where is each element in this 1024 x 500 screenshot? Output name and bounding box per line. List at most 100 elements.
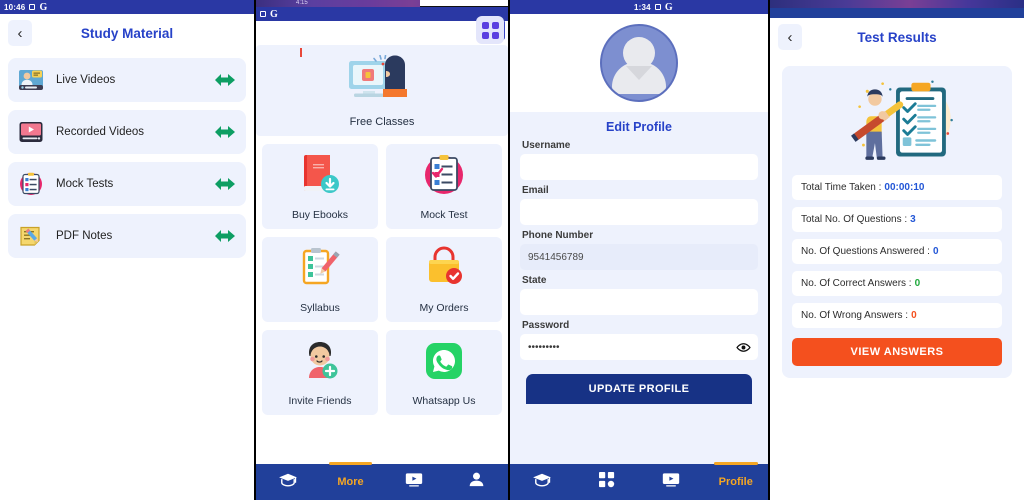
phone-number-input[interactable]: 9541456789 [520,244,758,270]
test-results-card: Total Time Taken : 00:00:10 Total No. Of… [782,66,1012,378]
bottom-nav-edit-profile: Profile [510,462,769,500]
list-item-pdf-notes[interactable]: PDF Notes [8,214,246,258]
result-row-correct-answers: No. Of Correct Answers : 0 [792,271,1002,296]
grid-menu-button[interactable] [476,16,504,44]
list-item-live-videos[interactable]: Live Videos [8,58,246,102]
result-label: Total No. Of Questions : [801,214,908,225]
nav-item-more[interactable]: More [319,462,382,500]
update-profile-button[interactable]: UPDATE PROFILE [526,374,752,404]
syllabus-icon [297,245,343,296]
list-item-recorded-videos[interactable]: Recorded Videos [8,110,246,154]
field-label-phone-number: Phone Number [522,230,594,241]
tile-label: Invite Friends [288,395,352,407]
form-title: Edit Profile [606,120,672,134]
background-screenshot-strip: 4:15 [256,0,508,7]
nav-item-study[interactable] [256,464,319,500]
back-button[interactable]: ‹ [778,24,802,50]
email-input[interactable] [520,199,758,225]
screenshot-icon [29,4,36,10]
username-input[interactable] [520,154,758,180]
back-button[interactable]: ‹ [8,20,32,46]
list-item-label: Live Videos [56,74,116,86]
result-label: No. Of Correct Answers : [801,278,912,289]
field-label-username: Username [522,140,571,151]
status-bar-edit-profile: 1:34 G [510,0,768,14]
tile-buy-ebooks[interactable]: Buy Ebooks [262,144,378,229]
study-material-list: Live Videos Recorded Videos Mock Tests P… [0,52,254,258]
cursor-marker [300,48,302,57]
tile-mock-test[interactable]: Mock Test [386,144,502,229]
google-icon: G [270,8,278,20]
appbar-home-grid [256,21,508,57]
result-row-questions-answered: No. Of Questions Answered : 0 [792,239,1002,264]
tile-free-classes[interactable]: Free Classes [256,45,508,136]
google-icon: G [39,1,48,13]
whatsapp-icon [421,338,467,389]
grid-icon [598,471,615,493]
screenshot-stage: 10:46 G ‹ Study Material Live Videos Rec… [0,0,1024,500]
result-row-total-time: Total Time Taken : 00:00:10 [792,175,1002,200]
result-value: 3 [910,214,916,225]
field-label-state: State [522,275,547,286]
state-input[interactable] [520,289,758,315]
nav-item-label: More [337,476,364,488]
nav-item-profile[interactable] [445,464,508,500]
test-results-illustration [792,76,1002,168]
panel-edit-profile: 1:34 G Edit Profile Username Email Phone… [510,0,768,500]
tile-label: Buy Ebooks [291,209,349,221]
screenshot-icon [654,4,661,10]
home-tiles-grid: Buy Ebooks Mock Test Syllabus My Orders … [256,144,508,415]
profile-avatar-area [510,14,768,112]
view-answers-button[interactable]: VIEW ANSWERS [792,338,1002,366]
panel-study-material: 10:46 G ‹ Study Material Live Videos Rec… [0,0,254,500]
eye-icon[interactable] [736,342,751,353]
green-arrow-icon [214,176,236,192]
list-item-label: Mock Tests [56,178,114,190]
tile-whatsapp-us[interactable]: Whatsapp Us [386,330,502,415]
pdf-notes-icon [18,223,44,249]
tile-invite-friends[interactable]: Invite Friends [262,330,378,415]
result-value: 0 [932,246,939,257]
nav-item-profile[interactable]: Profile [704,462,769,500]
graduation-cap-icon [278,472,298,493]
nav-item-videos[interactable] [382,464,445,500]
tile-label: Free Classes [349,116,415,128]
tile-label: Syllabus [300,302,340,314]
password-input[interactable]: ••••••••• [520,334,758,360]
result-row-total-questions: Total No. Of Questions : 3 [792,207,1002,232]
appbar-test-results: ‹ Test Results [770,18,1024,56]
nav-item-study[interactable] [510,464,575,500]
google-icon: G [664,1,673,13]
recorded-video-icon [18,119,44,145]
green-arrow-icon [214,124,236,140]
invite-friends-icon [297,338,343,389]
video-icon [662,472,680,492]
list-item-mock-tests[interactable]: Mock Tests [8,162,246,206]
result-row-wrong-answers: No. Of Wrong Answers : 0 [792,303,1002,328]
field-label-password: Password [522,320,570,331]
result-label: No. Of Questions Answered : [801,246,930,257]
tile-my-orders[interactable]: My Orders [386,237,502,322]
nav-item-videos[interactable] [639,464,704,500]
grid-icon [481,21,499,39]
bottom-nav-home-grid: More [256,462,508,500]
appbar-study-material: ‹ Study Material [0,14,254,52]
live-video-icon [18,67,44,93]
list-item-label: PDF Notes [56,230,113,242]
panel-test-results: ‹ Test Results Total Time Taken: 00:00:… [770,0,1024,500]
my-orders-icon [421,245,467,296]
nav-item-more[interactable] [575,464,640,500]
person-icon [468,472,485,492]
tile-label: Whatsapp Us [412,395,476,407]
list-item-label: Recorded Videos [56,126,145,138]
default-avatar-icon[interactable] [600,24,678,102]
screenshot-icon [260,11,266,17]
status-bar-test-results [770,8,1024,18]
green-arrow-icon [214,228,236,244]
tile-syllabus[interactable]: Syllabus [262,237,378,322]
video-icon [405,472,423,492]
status-bar-home-grid: G [256,7,508,21]
status-clock: 10:46 [4,2,26,12]
result-label: Total Time Taken : [801,182,882,193]
edit-profile-form: Edit Profile Username Email Phone Number… [510,112,768,500]
